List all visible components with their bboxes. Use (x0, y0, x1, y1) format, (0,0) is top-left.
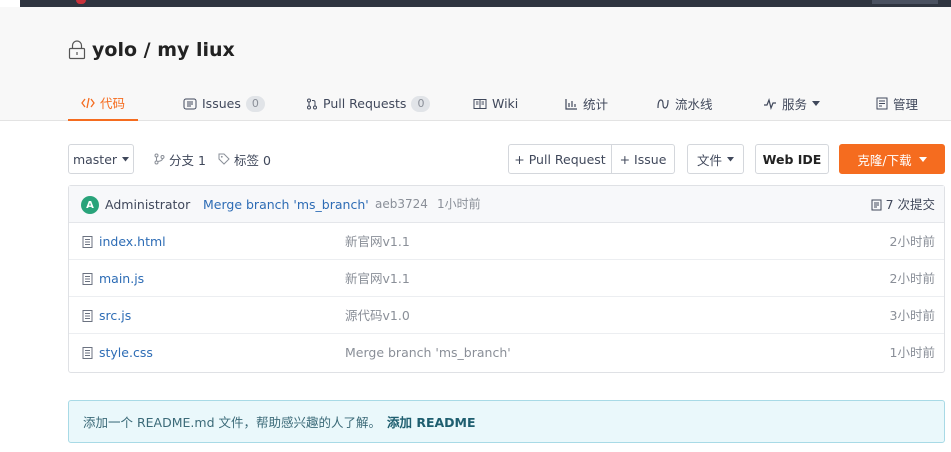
repo-title: yolo / my liux (68, 38, 235, 62)
table-row: style.css Merge branch 'ms_branch' 1小时前 (69, 334, 944, 371)
tab-service-label: 服务 (782, 97, 808, 112)
file-icon (82, 235, 93, 248)
file-link[interactable]: index.html (82, 223, 166, 260)
commit-count-link[interactable]: 7 次提交 (871, 186, 935, 223)
file-menu-label: 文件 (696, 152, 722, 168)
repo-separator: / (137, 39, 158, 61)
commit-message[interactable]: Merge branch 'ms_branch' (203, 186, 369, 223)
tab-stats-label: 统计 (583, 97, 609, 112)
branch-select-label: master (72, 151, 118, 167)
code-icon (81, 97, 95, 108)
chevron-down-icon (918, 156, 927, 162)
pull-request-icon (307, 98, 317, 109)
file-menu-button[interactable]: 文件 (687, 144, 744, 174)
last-commit-bar: A Administrator Merge branch 'ms_branch'… (69, 186, 944, 223)
tags-label: 标签 0 (234, 152, 271, 168)
file-commit-message[interactable]: 新官网v1.1 (345, 223, 410, 260)
clone-download-label: 克隆/下载 (857, 152, 912, 168)
top-navbar (0, 0, 951, 7)
tab-pipeline-label: 流水线 (675, 97, 713, 112)
tab-code-label: 代码 (99, 96, 125, 111)
navbar-right-control[interactable] (872, 0, 938, 4)
tab-pull-requests[interactable]: Pull Requests 0 (306, 86, 431, 121)
chevron-down-icon (812, 100, 821, 106)
navbar-background (20, 0, 951, 7)
repo-name[interactable]: my liux (157, 39, 235, 61)
file-commit-message[interactable]: Merge branch 'ms_branch' (345, 334, 511, 371)
file-name: main.js (99, 271, 145, 286)
tab-manage[interactable]: 管理 (876, 86, 918, 121)
commit-count-label: 7 次提交 (885, 197, 935, 212)
commit-time: 1小时前 (437, 197, 481, 211)
file-commit-time: 3小时前 (889, 308, 935, 323)
file-link[interactable]: style.css (82, 334, 153, 371)
file-name: index.html (99, 234, 166, 249)
file-commit-time: 2小时前 (889, 271, 935, 286)
commits-icon (871, 199, 882, 210)
pull-requests-count-badge: 0 (411, 95, 431, 112)
clone-download-button[interactable]: 克隆/下载 (839, 144, 945, 174)
service-icon (764, 97, 776, 110)
commit-author[interactable]: Administrator (105, 186, 190, 223)
tab-code[interactable]: 代码 (68, 86, 138, 121)
tab-issues[interactable]: Issues 0 (183, 86, 265, 121)
tag-icon (218, 153, 230, 165)
file-link[interactable]: main.js (82, 260, 144, 297)
readme-notice: 添加一个 README.md 文件，帮助感兴趣的人了解。 添加 README (68, 400, 945, 443)
new-issue-label: + Issue (619, 151, 667, 167)
new-pull-request-label: + Pull Request (514, 151, 606, 167)
tab-stats[interactable]: 统计 (565, 86, 608, 121)
commit-sha[interactable]: aeb3724 (375, 186, 428, 223)
table-row: src.js 源代码v1.0 3小时前 (69, 297, 944, 334)
tab-service[interactable]: 服务 (763, 86, 821, 121)
issues-count-badge: 0 (245, 95, 265, 112)
lock-icon (68, 40, 86, 60)
file-icon (82, 346, 93, 359)
repo-toolbar: master 分支 1 标签 0 + Pull Request + Issue … (68, 144, 945, 174)
stats-icon (565, 98, 577, 110)
tab-wiki[interactable]: Wiki (473, 86, 518, 121)
web-ide-label: Web IDE (762, 151, 822, 167)
pipeline-icon (657, 98, 669, 109)
avatar[interactable]: A (81, 196, 99, 214)
branch-select[interactable]: master (68, 144, 134, 174)
readme-notice-text: 添加一个 README.md 文件，帮助感兴趣的人了解。 (83, 415, 381, 430)
branches-label: 分支 1 (169, 152, 206, 168)
issues-icon (183, 98, 197, 109)
file-name: style.css (99, 345, 153, 360)
repo-owner[interactable]: yolo (92, 39, 137, 61)
tab-issues-label: Issues (202, 96, 241, 111)
manage-icon (876, 97, 888, 110)
file-link[interactable]: src.js (82, 297, 131, 334)
branches-link[interactable]: 分支 1 (154, 144, 206, 174)
web-ide-button[interactable]: Web IDE (755, 144, 829, 174)
file-icon (82, 309, 93, 322)
file-commit-time: 2小时前 (889, 234, 935, 249)
file-icon (82, 272, 93, 285)
chevron-down-icon (122, 156, 130, 161)
branch-icon (154, 153, 165, 165)
file-commit-message[interactable]: 源代码v1.0 (345, 297, 410, 334)
new-pull-request-button[interactable]: + Pull Request (508, 144, 612, 174)
tab-pipeline[interactable]: 流水线 (656, 86, 713, 121)
table-row: index.html 新官网v1.1 2小时前 (69, 223, 944, 260)
new-issue-button[interactable]: + Issue (611, 144, 675, 174)
tab-wiki-label: Wiki (492, 96, 519, 111)
tab-manage-label: 管理 (893, 97, 919, 112)
tags-link[interactable]: 标签 0 (218, 144, 271, 174)
file-commit-message[interactable]: 新官网v1.1 (345, 260, 410, 297)
file-commit-time: 1小时前 (889, 345, 935, 360)
add-readme-link[interactable]: 添加 README (387, 412, 476, 431)
wiki-icon (473, 98, 487, 109)
chevron-down-icon (727, 156, 734, 161)
table-row: main.js 新官网v1.1 2小时前 (69, 260, 944, 297)
tab-pull-requests-label: Pull Requests (323, 96, 407, 111)
file-list: A Administrator Merge branch 'ms_branch'… (68, 185, 945, 373)
file-name: src.js (99, 308, 132, 323)
